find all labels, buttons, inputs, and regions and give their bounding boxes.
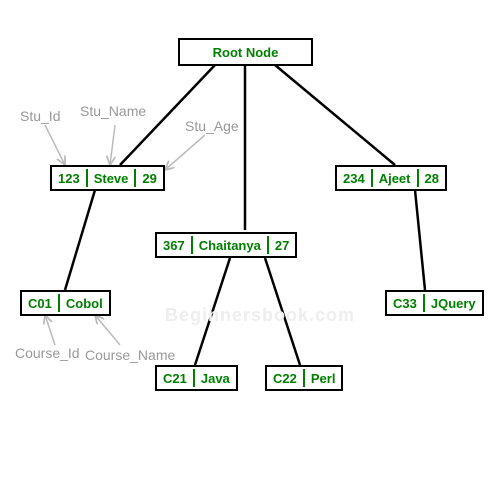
watermark: Beginnersbook.com — [165, 305, 355, 326]
course-node-jquery: C33 JQuery — [385, 290, 484, 316]
label-course-id: Course_Id — [15, 345, 80, 361]
root-node: Root Node — [178, 38, 313, 66]
stu-age: 27 — [269, 235, 295, 256]
stu-age: 28 — [419, 168, 445, 189]
course-node-java: C21 Java — [155, 365, 238, 391]
stu-id: 123 — [52, 168, 86, 189]
stu-name: Chaitanya — [193, 235, 267, 256]
course-id: C33 — [387, 293, 423, 314]
label-stu-name: Stu_Name — [80, 103, 146, 119]
course-node-cobol: C01 Cobol — [20, 290, 111, 316]
stu-id: 367 — [157, 235, 191, 256]
course-node-perl: C22 Perl — [265, 365, 343, 391]
stu-name: Steve — [88, 168, 135, 189]
course-id: C22 — [267, 368, 303, 389]
student-node-steve: 123 Steve 29 — [50, 165, 165, 191]
course-id: C01 — [22, 293, 58, 314]
stu-id: 234 — [337, 168, 371, 189]
label-stu-id: Stu_Id — [20, 108, 60, 124]
course-name: Java — [195, 368, 236, 389]
course-name: JQuery — [425, 293, 482, 314]
student-node-ajeet: 234 Ajeet 28 — [335, 165, 447, 191]
course-id: C21 — [157, 368, 193, 389]
course-name: Perl — [305, 368, 342, 389]
root-label: Root Node — [207, 42, 285, 63]
label-stu-age: Stu_Age — [185, 118, 239, 134]
stu-age: 29 — [136, 168, 162, 189]
stu-name: Ajeet — [373, 168, 417, 189]
course-name: Cobol — [60, 293, 109, 314]
label-course-name: Course_Name — [85, 347, 175, 363]
student-node-chaitanya: 367 Chaitanya 27 — [155, 232, 297, 258]
